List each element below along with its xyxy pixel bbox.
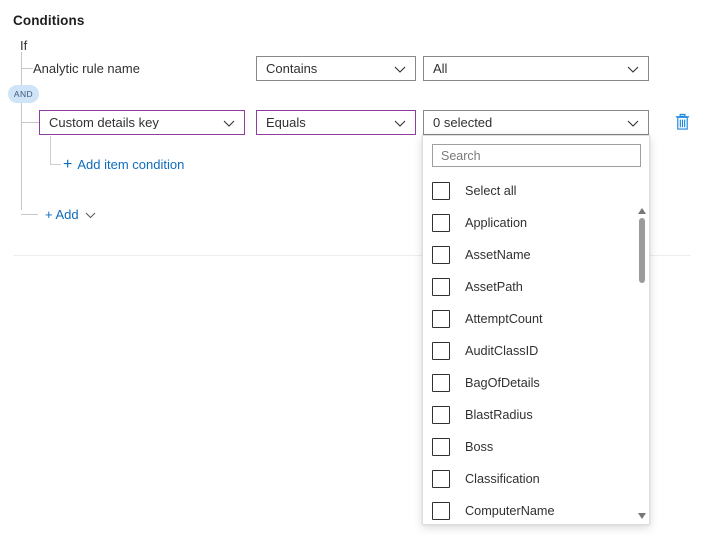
chevron-down-icon <box>393 116 407 130</box>
add-button-label: + Add <box>45 207 79 222</box>
checkbox-icon[interactable] <box>432 470 450 488</box>
dropdown-option-label: ComputerName <box>465 504 555 518</box>
checkbox-icon[interactable] <box>432 438 450 456</box>
dropdown-option-label: AttemptCount <box>465 312 543 326</box>
scroll-up-arrow-icon[interactable] <box>637 203 647 211</box>
value-dropdown-row2-value: 0 selected <box>433 116 626 129</box>
operator-dropdown-row2-value: Equals <box>266 116 393 129</box>
dropdown-option-label: AuditClassID <box>465 344 538 358</box>
checkbox-icon[interactable] <box>432 310 450 328</box>
dropdown-option-label: BlastRadius <box>465 408 533 422</box>
chevron-down-icon <box>626 116 640 130</box>
checkbox-icon[interactable] <box>432 246 450 264</box>
search-field-wrapper <box>432 144 641 167</box>
tree-line-sub-branch <box>50 164 61 165</box>
dropdown-option-label: Select all <box>465 184 516 198</box>
tree-line-branch-row1 <box>21 68 33 69</box>
tree-line-branch-add <box>21 214 38 215</box>
dropdown-option-label: Boss <box>465 440 493 454</box>
dropdown-option[interactable]: AssetName <box>432 239 632 271</box>
dropdown-scrollbar[interactable] <box>634 202 650 522</box>
add-item-condition-label: Add item condition <box>77 157 184 172</box>
dropdown-option-label: Application <box>465 216 527 230</box>
dropdown-option[interactable]: ComputerName <box>432 495 632 525</box>
trash-icon <box>674 113 691 131</box>
checkbox-icon[interactable] <box>432 406 450 424</box>
operator-dropdown-row1[interactable]: Contains <box>256 56 416 81</box>
multiselect-dropdown-panel: Select all Application AssetName AssetPath A… <box>422 135 650 525</box>
dropdown-option-select-all[interactable]: Select all <box>432 175 632 207</box>
checkbox-icon[interactable] <box>432 278 450 296</box>
checkbox-icon[interactable] <box>432 342 450 360</box>
dropdown-option[interactable]: AttemptCount <box>432 303 632 335</box>
chevron-down-icon <box>222 116 236 130</box>
dropdown-option[interactable]: Boss <box>432 431 632 463</box>
tree-line-sub-vertical <box>50 136 51 165</box>
checkbox-icon[interactable] <box>432 182 450 200</box>
value-dropdown-row1[interactable]: All <box>423 56 649 81</box>
value-dropdown-row2[interactable]: 0 selected <box>423 110 649 135</box>
dropdown-option[interactable]: Application <box>432 207 632 239</box>
chevron-down-icon <box>84 208 97 221</box>
search-input[interactable] <box>432 144 641 167</box>
add-item-condition-button[interactable]: + Add item condition <box>63 157 184 172</box>
dropdown-option[interactable]: AuditClassID <box>432 335 632 367</box>
checkbox-icon[interactable] <box>432 214 450 232</box>
conjunction-and-badge[interactable]: AND <box>8 85 39 103</box>
scroll-down-arrow-icon[interactable] <box>637 508 647 516</box>
dropdown-option[interactable]: BlastRadius <box>432 399 632 431</box>
delete-condition-button[interactable] <box>674 113 691 131</box>
dropdown-option-label: AssetName <box>465 248 531 262</box>
property-dropdown-row2-value: Custom details key <box>49 116 222 129</box>
tree-line-branch-row2 <box>21 122 39 123</box>
row-label-analytic-rule-name: Analytic rule name <box>33 61 140 76</box>
checkbox-icon[interactable] <box>432 374 450 392</box>
scrollbar-thumb[interactable] <box>639 218 645 283</box>
dropdown-option[interactable]: AssetPath <box>432 271 632 303</box>
operator-dropdown-row1-value: Contains <box>266 62 393 75</box>
operator-dropdown-row2[interactable]: Equals <box>256 110 416 135</box>
chevron-down-icon <box>626 62 640 76</box>
add-button[interactable]: + Add <box>45 207 97 222</box>
dropdown-option[interactable]: BagOfDetails <box>432 367 632 399</box>
dropdown-option-label: BagOfDetails <box>465 376 540 390</box>
dropdown-option-label: Classification <box>465 472 540 486</box>
chevron-down-icon <box>393 62 407 76</box>
checkbox-icon[interactable] <box>432 502 450 520</box>
dropdown-option-list: Select all Application AssetName AssetPath A… <box>423 175 649 524</box>
page-title: Conditions <box>13 13 85 28</box>
conditions-panel: Conditions If AND Analytic rule name Con… <box>0 0 704 535</box>
value-dropdown-row1-value: All <box>433 62 626 75</box>
dropdown-option-label: AssetPath <box>465 280 523 294</box>
property-dropdown-row2[interactable]: Custom details key <box>39 110 245 135</box>
tree-line-main <box>21 52 22 210</box>
dropdown-option[interactable]: Classification <box>432 463 632 495</box>
plus-icon: + <box>63 158 72 171</box>
if-label: If <box>20 38 27 53</box>
